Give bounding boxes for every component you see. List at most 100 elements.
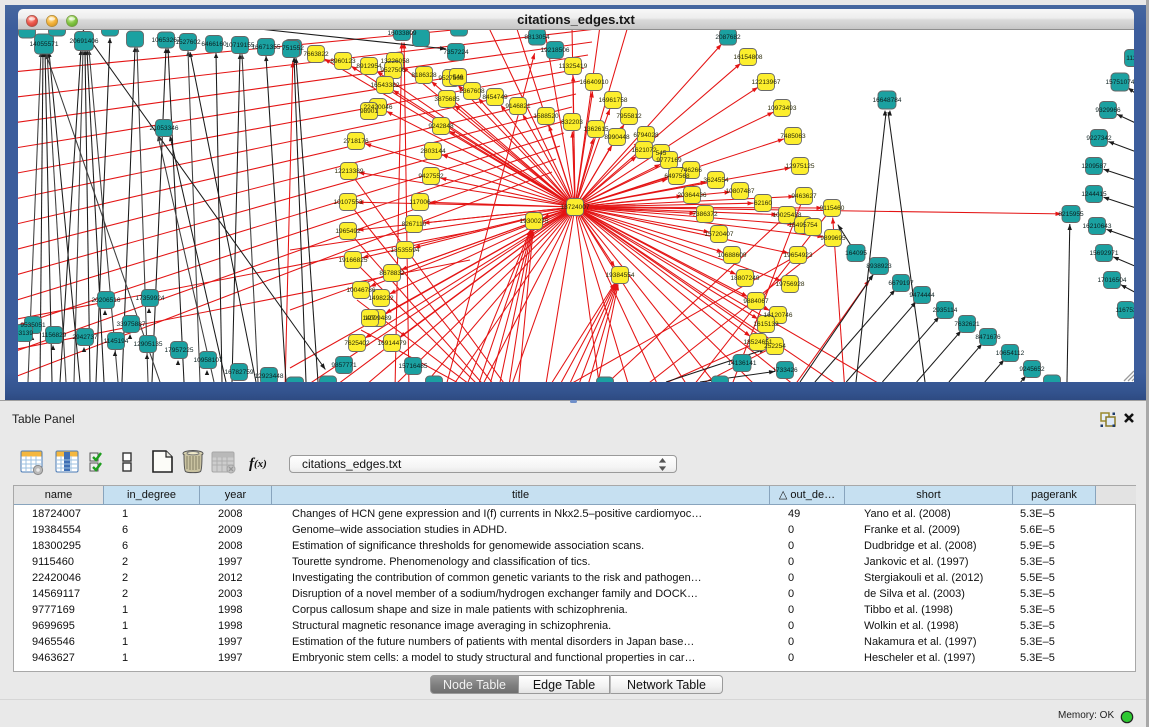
svg-text:9146821: 9146821 [505,103,531,110]
svg-text:8960123: 8960123 [330,58,356,65]
svg-text:7632621: 7632621 [954,321,980,328]
svg-text:9115460: 9115460 [820,205,845,212]
svg-text:9884067: 9884067 [743,298,769,305]
svg-text:20364436: 20364436 [678,192,707,199]
svg-text:13535594: 13535594 [391,247,420,254]
svg-text:15720407: 15720407 [705,231,734,238]
svg-text:16961758: 16961758 [599,97,628,104]
svg-text:9242848: 9242848 [428,123,454,130]
svg-text:10107553: 10107553 [334,199,363,206]
svg-text:15692971: 15692971 [1090,250,1119,257]
svg-text:7386372: 7386372 [692,211,718,218]
svg-text:16782759: 16782759 [225,369,254,376]
svg-text:17957225: 17957225 [165,347,194,354]
svg-text:21053346: 21053346 [150,125,179,132]
svg-text:19654923: 19654923 [784,252,813,259]
svg-text:10958107: 10958107 [194,357,223,364]
svg-text:2803144: 2803144 [420,148,446,155]
svg-text:1244415: 1244415 [1081,191,1107,198]
svg-text:7663822: 7663822 [303,51,329,58]
svg-text:1527602: 1527602 [175,39,201,46]
svg-text:19756928: 19756928 [776,281,805,288]
svg-text:8938923: 8938923 [866,263,892,270]
svg-text:2942737: 2942737 [72,334,98,341]
svg-text:3875685: 3875685 [434,96,460,103]
svg-text:832203: 832203 [561,119,583,126]
svg-text:8454749: 8454749 [482,94,508,101]
svg-text:1112: 1112 [1126,55,1134,62]
svg-text:10688609: 10688609 [718,252,747,259]
svg-text:17016504: 17016504 [1098,277,1127,284]
svg-text:33139: 33139 [18,330,33,337]
svg-text:9463627: 9463627 [791,193,817,200]
svg-text:2718176: 2718176 [343,138,369,145]
svg-text:16033809: 16033809 [388,30,417,37]
svg-text:16495754: 16495754 [789,222,818,229]
svg-text:1965492: 1965492 [335,228,361,235]
svg-text:545: 545 [656,150,667,157]
svg-text:16914479: 16914479 [378,340,407,347]
svg-text:98901: 98901 [360,108,378,115]
svg-text:8678832: 8678832 [379,270,405,277]
svg-text:7485063: 7485063 [780,133,806,140]
svg-text:15751074: 15751074 [1106,79,1134,86]
svg-text:10025438: 10025438 [773,212,802,219]
svg-text:7955812: 7955812 [616,113,642,120]
svg-text:1362615: 1362615 [583,126,609,133]
svg-text:10807487: 10807487 [726,188,755,195]
svg-text:10654112: 10654112 [996,350,1025,357]
svg-text:6497568: 6497568 [664,173,690,180]
svg-text:7357224: 7357224 [443,49,469,56]
svg-text:1209587: 1209587 [1081,163,1107,170]
svg-text:116753: 116753 [1115,307,1134,314]
svg-text:19166825: 19166825 [339,257,368,264]
svg-text:1733426: 1733426 [772,367,798,374]
svg-text:9329966: 9329966 [1095,107,1121,114]
svg-text:12975125: 12975125 [786,163,815,170]
svg-text:6466160: 6466160 [201,41,227,48]
svg-text:6794028: 6794028 [633,132,659,139]
svg-text:127: 127 [365,315,376,322]
svg-text:14136141: 14136141 [728,360,757,367]
svg-text:10719155: 10719155 [226,42,255,49]
svg-text:16671355: 16671355 [252,44,281,51]
svg-text:8215955: 8215955 [1058,211,1084,218]
svg-text:(x): (x) [254,458,267,470]
svg-text:9245652: 9245652 [1019,366,1045,373]
svg-text:9227342: 9227342 [1086,135,1112,142]
svg-text:16640910: 16640910 [580,79,609,86]
svg-text:9474444: 9474444 [909,292,935,299]
svg-text:15716485: 15716485 [399,363,428,370]
svg-text:9899695: 9899695 [820,235,846,242]
svg-text:9527506: 9527506 [380,67,406,74]
svg-text:8912954: 8912954 [356,63,382,70]
svg-text:19218506: 19218506 [541,47,570,54]
svg-text:9857771: 9857771 [331,362,357,369]
svg-text:164095: 164095 [845,250,867,257]
svg-text:11325419: 11325419 [559,63,588,70]
svg-text:546: 546 [453,74,464,81]
svg-text:16648784: 16648784 [873,97,902,104]
svg-text:12905135: 12905135 [134,341,163,348]
svg-text:9427552: 9427552 [418,173,444,180]
svg-text:20206516: 20206516 [92,297,121,304]
svg-text:1621072: 1621072 [631,147,657,154]
svg-text:1498222: 1498222 [368,295,394,302]
svg-text:12213389: 12213389 [335,168,364,175]
svg-text:2087682: 2087682 [715,34,741,41]
svg-text:1615132: 1615132 [753,321,779,328]
svg-text:8990448: 8990448 [604,134,630,141]
svg-text:62160: 62160 [754,200,772,207]
svg-text:16210643: 16210643 [1083,223,1112,230]
svg-text:9535051: 9535051 [20,322,46,329]
svg-text:6679197: 6679197 [888,280,914,287]
svg-text:751552: 751552 [282,45,304,52]
svg-text:10046786: 10046786 [347,287,376,294]
svg-text:8471676: 8471676 [975,334,1001,341]
svg-text:1145194: 1145194 [104,338,129,345]
svg-text:18724007: 18724007 [561,204,590,211]
svg-text:117006: 117006 [409,199,431,206]
svg-text:8813054: 8813054 [524,34,550,41]
svg-text:252254: 252254 [764,343,786,350]
svg-text:16154808: 16154808 [734,54,763,61]
